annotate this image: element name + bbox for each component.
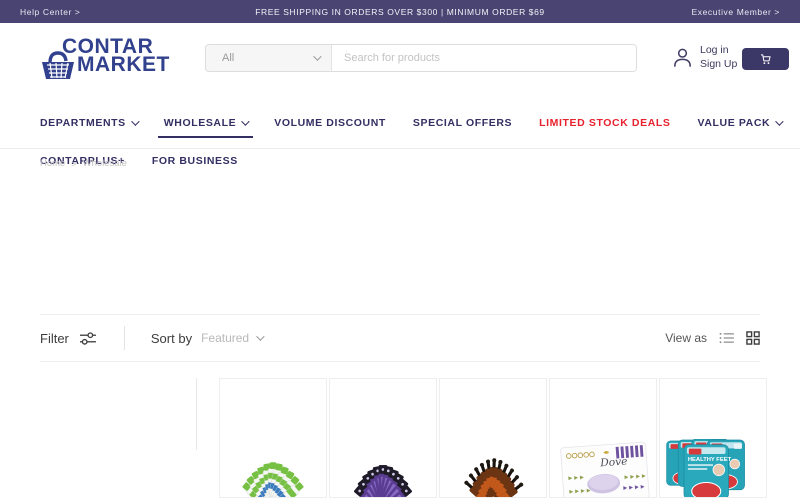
view-as: View as	[665, 331, 760, 345]
announcement-bar: Help Center > FREE SHIPPING IN ORDERS OV…	[0, 0, 800, 23]
dove-label: Dove	[599, 455, 628, 470]
chevron-down-icon	[775, 117, 784, 126]
sort-selected-value: Featured	[201, 331, 250, 345]
product-card[interactable]	[439, 378, 547, 498]
view-as-label: View as	[665, 331, 707, 345]
product-card[interactable]	[329, 378, 437, 498]
sort-by: Sort by Featured	[150, 330, 265, 346]
product-image-lotion-bottles	[240, 461, 306, 497]
logo-text-line2: MARKET	[77, 53, 170, 76]
login-link[interactable]: Log in	[700, 43, 737, 57]
chevron-down-icon	[313, 52, 322, 61]
search-bar: All	[205, 44, 637, 72]
nav-item-departments[interactable]: DEPARTMENTS	[40, 113, 140, 138]
sort-by-label: Sort by	[150, 330, 193, 346]
listing-toolbar: Filter Sort by Featured View as	[40, 314, 760, 362]
breadcrumb: Home > Wholesale	[40, 158, 127, 169]
toolbar-divider	[123, 326, 125, 350]
account-login[interactable]: Log in Sign Up	[672, 43, 737, 71]
cart-button[interactable]	[742, 48, 789, 70]
sort-select[interactable]: Featured	[201, 331, 265, 345]
search-category-value: All	[222, 52, 235, 64]
product-image-healthy-feet: HEALTHY FEET	[666, 439, 745, 497]
signup-link[interactable]: Sign Up	[700, 57, 737, 71]
nav-item-limited-stock-deals[interactable]: LIMITED STOCK DEALS	[539, 113, 670, 138]
list-view-icon[interactable]	[719, 332, 734, 344]
grid-view-icon[interactable]	[746, 331, 760, 345]
product-image-purple-packs	[353, 465, 413, 497]
product-image-dove-soap: Dove	[560, 441, 650, 497]
store-logo[interactable]: CONTAR MARKET	[40, 35, 190, 85]
main-navigation: DEPARTMENTS WHOLESALE VOLUME DISCOUNT SP…	[40, 113, 784, 176]
nav-item-for-business[interactable]: FOR BUSINESS	[152, 151, 238, 176]
nav-item-volume-discount[interactable]: VOLUME DISCOUNT	[274, 113, 386, 138]
healthy-feet-label: HEALTHY FEET	[688, 457, 732, 463]
product-image-dropper-bottles	[462, 458, 526, 497]
chevron-down-icon	[241, 117, 250, 126]
nav-item-wholesale[interactable]: WHOLESALE	[157, 113, 254, 138]
executive-member-link[interactable]: Executive Member >	[691, 7, 780, 17]
nav-item-value-pack[interactable]: VALUE PACK	[698, 113, 784, 138]
product-card[interactable]: HEALTHY FEET	[659, 378, 767, 498]
chevron-down-icon	[130, 117, 140, 126]
breadcrumb-home[interactable]: Home	[40, 158, 65, 169]
search-category-select[interactable]: All	[206, 45, 332, 71]
product-grid: Dove HEALTHY FEET	[196, 378, 767, 498]
filter-sliders-icon	[79, 331, 96, 345]
help-center-link[interactable]: Help Center >	[20, 7, 80, 17]
filter-label: Filter	[40, 330, 69, 346]
filter-button[interactable]: Filter	[40, 331, 96, 346]
breadcrumb-current: Wholesale	[82, 158, 127, 169]
cart-icon	[760, 53, 771, 64]
nav-item-special-offers[interactable]: SPECIAL OFFERS	[413, 113, 512, 138]
user-icon	[674, 48, 691, 67]
product-card[interactable]: Dove	[549, 378, 657, 498]
site-header: CONTAR MARKET All Log in Sign Up DEPARTM	[0, 23, 800, 167]
chevron-down-icon	[256, 332, 265, 341]
breadcrumb-separator: >	[71, 158, 77, 169]
search-input[interactable]	[332, 45, 636, 71]
product-card[interactable]	[219, 378, 327, 498]
shipping-promo-text: FREE SHIPPING IN ORDERS OVER $300 | MINI…	[255, 6, 545, 17]
